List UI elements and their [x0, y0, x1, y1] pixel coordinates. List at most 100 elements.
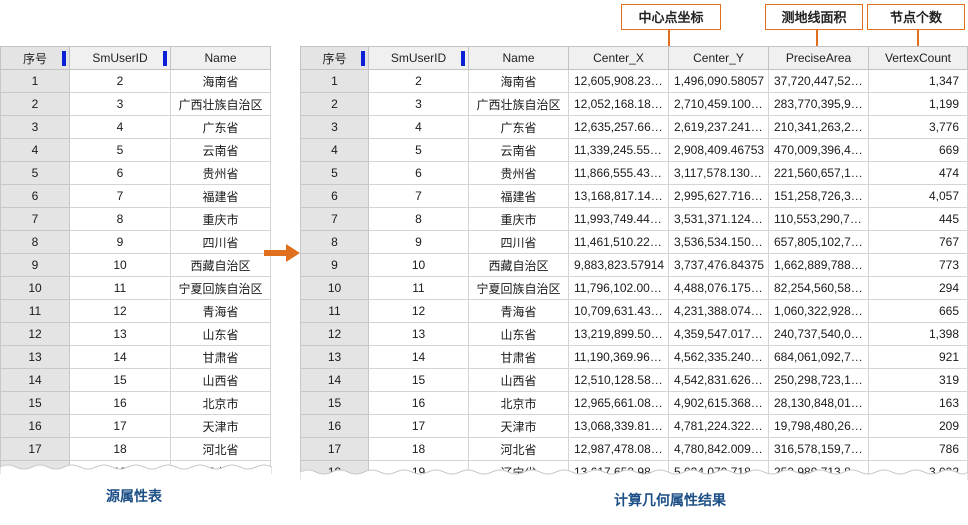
- table-cell[interactable]: 12,510,128.580…: [568, 368, 669, 392]
- row-number-cell[interactable]: 4: [300, 138, 369, 162]
- table-cell[interactable]: 82,254,560,582…: [768, 276, 869, 300]
- table-row[interactable]: 10 11 宁夏回族自治区: [0, 276, 271, 300]
- table-row[interactable]: 9 10 西藏自治区: [0, 253, 271, 277]
- table-cell[interactable]: 2: [368, 69, 469, 93]
- table-row[interactable]: 6 7 福建省: [0, 184, 271, 208]
- table-cell[interactable]: 10: [69, 253, 171, 277]
- table-cell[interactable]: 18: [69, 437, 171, 461]
- table-cell[interactable]: 6: [69, 161, 171, 185]
- row-number-cell[interactable]: 6: [0, 184, 70, 208]
- row-number-cell[interactable]: 10: [300, 276, 369, 300]
- table-cell[interactable]: 贵州省: [468, 161, 569, 185]
- table-cell[interactable]: 11,190,369.967…: [568, 345, 669, 369]
- table-cell[interactable]: 四川省: [170, 230, 271, 254]
- table-cell[interactable]: 1,199: [868, 92, 968, 116]
- row-number-cell[interactable]: 12: [0, 322, 70, 346]
- table-cell[interactable]: 山西省: [170, 368, 271, 392]
- table-cell[interactable]: 12,605,908.236…: [568, 69, 669, 93]
- table-cell[interactable]: 4,781,224.3226…: [668, 414, 769, 438]
- row-number-cell[interactable]: 3: [0, 115, 70, 139]
- result-column-header[interactable]: Center_X: [568, 46, 669, 70]
- table-cell[interactable]: 河北省: [468, 437, 569, 461]
- table-row[interactable]: 5 6 贵州省: [0, 161, 271, 185]
- table-cell[interactable]: 15: [368, 368, 469, 392]
- row-number-cell[interactable]: 17: [300, 437, 369, 461]
- row-number-cell[interactable]: 9: [300, 253, 369, 277]
- table-cell[interactable]: 四川省: [468, 230, 569, 254]
- table-cell[interactable]: 474: [868, 161, 968, 185]
- table-cell[interactable]: 贵州省: [170, 161, 271, 185]
- table-cell[interactable]: 重庆市: [170, 207, 271, 231]
- table-cell[interactable]: 1,496,090.58057: [668, 69, 769, 93]
- table-cell[interactable]: 684,061,092,71…: [768, 345, 869, 369]
- table-cell[interactable]: 3,117,578.1300…: [668, 161, 769, 185]
- row-number-cell[interactable]: 1: [0, 69, 70, 93]
- table-row[interactable]: 12 13 山东省 13,219,899.501… 4,359,547.0173… 240…: [300, 322, 968, 346]
- row-number-cell[interactable]: 13: [300, 345, 369, 369]
- table-cell[interactable]: 山东省: [468, 322, 569, 346]
- table-cell[interactable]: 11,866,555.439…: [568, 161, 669, 185]
- table-cell[interactable]: 13: [69, 322, 171, 346]
- row-number-cell[interactable]: 12: [300, 322, 369, 346]
- table-cell[interactable]: 1,060,322,928,…: [768, 299, 869, 323]
- table-cell[interactable]: 11,339,245.552…: [568, 138, 669, 162]
- table-cell[interactable]: 7: [69, 184, 171, 208]
- row-number-cell[interactable]: 3: [300, 115, 369, 139]
- table-cell[interactable]: 240,737,540,06…: [768, 322, 869, 346]
- table-cell[interactable]: 北京市: [468, 391, 569, 415]
- table-row[interactable]: 15 16 北京市 12,965,661.085… 4,902,615.3687… 28,…: [300, 391, 968, 415]
- table-cell[interactable]: 10: [368, 253, 469, 277]
- table-cell[interactable]: 福建省: [170, 184, 271, 208]
- result-column-header[interactable]: PreciseArea: [768, 46, 869, 70]
- table-cell[interactable]: 云南省: [170, 138, 271, 162]
- table-cell[interactable]: 7: [368, 184, 469, 208]
- table-cell[interactable]: 210,341,263,23…: [768, 115, 869, 139]
- table-cell[interactable]: 重庆市: [468, 207, 569, 231]
- table-cell[interactable]: 4,488,076.1754…: [668, 276, 769, 300]
- table-cell[interactable]: 669: [868, 138, 968, 162]
- row-number-cell[interactable]: 6: [300, 184, 369, 208]
- table-cell[interactable]: 151,258,726,30…: [768, 184, 869, 208]
- table-cell[interactable]: 37,720,447,527…: [768, 69, 869, 93]
- row-number-cell[interactable]: 16: [0, 414, 70, 438]
- table-cell[interactable]: 福建省: [468, 184, 569, 208]
- row-number-cell[interactable]: 14: [0, 368, 70, 392]
- table-row[interactable]: 16 17 天津市: [0, 414, 271, 438]
- table-cell[interactable]: 5: [69, 138, 171, 162]
- table-cell[interactable]: 294: [868, 276, 968, 300]
- table-cell[interactable]: 12,052,168.180…: [568, 92, 669, 116]
- row-number-cell[interactable]: 2: [0, 92, 70, 116]
- table-cell[interactable]: 12,635,257.664…: [568, 115, 669, 139]
- table-cell[interactable]: 4: [69, 115, 171, 139]
- table-row[interactable]: 4 5 云南省: [0, 138, 271, 162]
- table-cell[interactable]: 13,168,817.142…: [568, 184, 669, 208]
- table-cell[interactable]: 1,398: [868, 322, 968, 346]
- result-column-header[interactable]: VertexCount: [868, 46, 968, 70]
- table-cell[interactable]: 16: [69, 391, 171, 415]
- table-cell[interactable]: 209: [868, 414, 968, 438]
- table-cell[interactable]: 11: [69, 276, 171, 300]
- table-row[interactable]: 15 16 北京市: [0, 391, 271, 415]
- table-row[interactable]: 10 11 宁夏回族自治区 11,796,102.001… 4,488,076.1754…: [300, 276, 968, 300]
- table-cell[interactable]: 云南省: [468, 138, 569, 162]
- table-cell[interactable]: 221,560,657,17…: [768, 161, 869, 185]
- row-number-cell[interactable]: 8: [0, 230, 70, 254]
- table-cell[interactable]: 921: [868, 345, 968, 369]
- table-cell[interactable]: 4,902,615.3687…: [668, 391, 769, 415]
- table-cell[interactable]: 319: [868, 368, 968, 392]
- table-cell[interactable]: 445: [868, 207, 968, 231]
- table-row[interactable]: 6 7 福建省 13,168,817.142… 2,995,627.7163… 151,2…: [300, 184, 968, 208]
- table-cell[interactable]: 12,987,478.083…: [568, 437, 669, 461]
- result-column-header[interactable]: SmUserID: [368, 46, 469, 70]
- table-cell[interactable]: 13,068,339.816…: [568, 414, 669, 438]
- row-number-cell[interactable]: 9: [0, 253, 70, 277]
- table-row[interactable]: 14 15 山西省 12,510,128.580… 4,542,831.6262… 250…: [300, 368, 968, 392]
- row-number-cell[interactable]: 11: [300, 299, 369, 323]
- table-row[interactable]: 7 8 重庆市 11,993,749.448… 3,531,371.1240… 110,5…: [300, 207, 968, 231]
- table-row[interactable]: 8 9 四川省: [0, 230, 271, 254]
- table-row[interactable]: 12 13 山东省: [0, 322, 271, 346]
- result-column-header[interactable]: 序号: [300, 46, 369, 70]
- table-cell[interactable]: 青海省: [170, 299, 271, 323]
- table-cell[interactable]: 665: [868, 299, 968, 323]
- table-row[interactable]: 14 15 山西省: [0, 368, 271, 392]
